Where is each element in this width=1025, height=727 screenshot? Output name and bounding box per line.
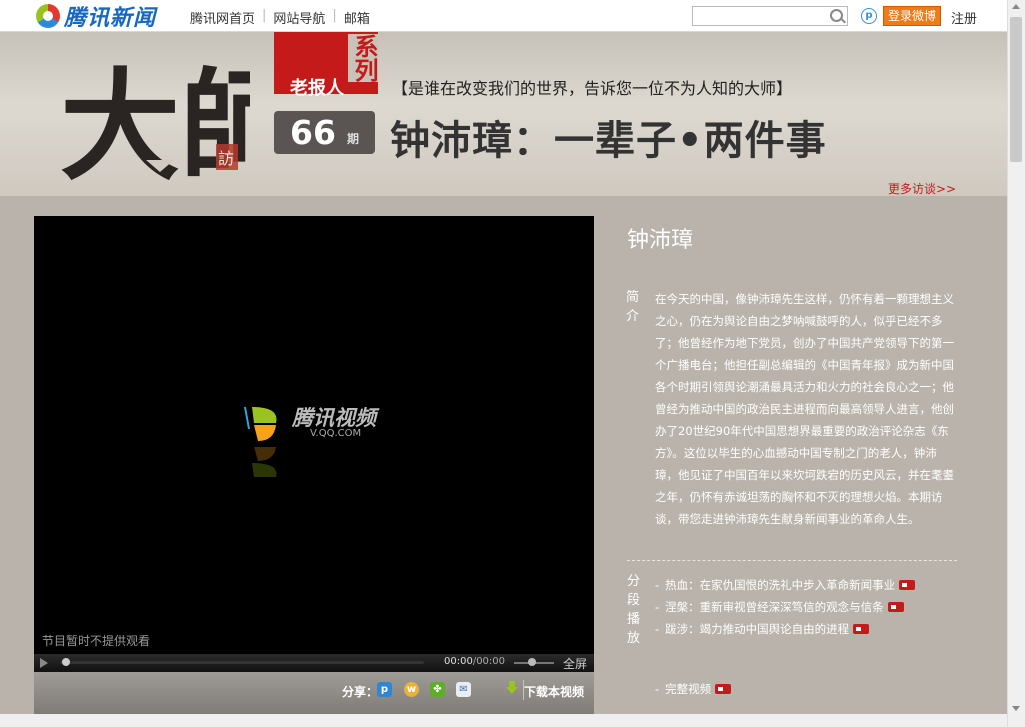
scroll-down-icon[interactable] — [1012, 706, 1020, 711]
svg-text:訪: 訪 — [218, 149, 234, 168]
video-camera-icon[interactable] — [887, 602, 904, 612]
time-total: /00:00 — [472, 656, 506, 667]
top-bar: 腾讯新闻 腾讯网首页 | 网站导航 | 邮箱 p 登录微博 注册 — [0, 0, 1008, 32]
banner-subtitle: 【是谁在改变我们的世界，告诉您一位不为人知的大师】 — [392, 79, 793, 98]
nav-link-home[interactable]: 腾讯网首页 — [183, 8, 262, 27]
tencent-video-logo: 腾讯视频 V.QQ.COM — [240, 401, 400, 481]
banner-notch — [146, 160, 174, 172]
progress-bar[interactable] — [60, 661, 424, 664]
logo-text: 腾讯新闻 — [64, 6, 157, 31]
intro-text: 在今天的中国，像钟沛璋先生这样，仍怀有着一颗理想主义之心，仍在为舆论自由之梦呐喊… — [655, 292, 954, 526]
video-player[interactable]: 腾讯视频 V.QQ.COM 节目暂时不提供观看 00:00/00:00 全屏 分… — [34, 216, 594, 714]
segment-list: - 热血：在家仇国恨的洗礼中步入革命新闻事业 - 涅槃：重新审视曾经深深笃信的观念与… — [655, 574, 916, 640]
register-link[interactable]: 注册 — [951, 8, 977, 27]
full-video-link[interactable]: 完整视频 — [665, 681, 711, 697]
player-controls: 00:00/00:00 全屏 — [34, 654, 594, 672]
issue-unit: 期 — [347, 132, 360, 146]
share-label: 分享： — [342, 685, 379, 699]
search-input[interactable] — [693, 9, 829, 27]
segment-link[interactable]: 跋涉：竭力推动中国舆论自由的进程 — [665, 618, 849, 640]
scroll-up-icon[interactable] — [1012, 4, 1020, 9]
video-camera-icon[interactable] — [853, 624, 870, 634]
intro-label: 简介 — [626, 290, 640, 324]
segment-item[interactable]: - 热血：在家仇国恨的洗礼中步入革命新闻事业 — [655, 574, 916, 596]
video-camera-icon[interactable] — [899, 580, 916, 590]
download-icon[interactable] — [506, 681, 518, 695]
page-title: 钟沛璋：一辈子•两件事 — [390, 118, 827, 164]
tencent-logo-icon — [36, 4, 60, 28]
full-video-item[interactable]: - 完整视频 — [655, 681, 732, 697]
pengyou-share-icon[interactable]: ✤ — [430, 682, 445, 697]
tencent-news-logo[interactable]: 腾讯新闻 — [36, 3, 157, 31]
scroll-thumb[interactable] — [1010, 17, 1022, 162]
series-vertical-label: 系列 — [348, 34, 378, 82]
search-icon[interactable] — [830, 9, 843, 22]
vertical-scrollbar[interactable] — [1007, 0, 1025, 727]
volume-handle[interactable] — [528, 658, 536, 666]
logo-reflection — [252, 447, 277, 477]
unavailable-notice: 节目暂时不提供观看 — [42, 634, 151, 648]
segment-link[interactable]: 热血：在家仇国恨的洗礼中步入革命新闻事业 — [665, 574, 895, 596]
fullscreen-button[interactable]: 全屏 — [563, 655, 587, 672]
play-icon[interactable] — [40, 658, 48, 668]
video-camera-icon[interactable] — [715, 684, 732, 694]
qzone-icon[interactable]: p — [861, 8, 877, 24]
segments-label: 分段播放 — [627, 574, 641, 646]
section-divider — [627, 560, 957, 561]
tencent-video-icon — [244, 407, 277, 441]
issue-number: 66 — [290, 113, 336, 152]
issue-badge: 66 期 — [274, 111, 375, 154]
nav-link-mail[interactable]: 邮箱 — [337, 8, 377, 27]
email-share-icon[interactable]: ✉ — [456, 682, 471, 697]
search-box — [692, 6, 848, 27]
person-name: 钟沛璋 — [627, 228, 694, 253]
weibo-share-icon[interactable]: w — [404, 682, 419, 697]
qzone-share-icon[interactable]: p — [377, 682, 392, 697]
tencent-video-url: V.QQ.COM — [310, 428, 362, 439]
weibo-login-button[interactable]: 登录微博 — [883, 6, 941, 26]
nav-link-site-nav[interactable]: 网站导航 — [266, 8, 332, 27]
segment-item[interactable]: - 涅槃：重新审视曾经深深笃信的观念与信条 — [655, 596, 915, 618]
progress-handle[interactable] — [62, 658, 70, 666]
share-bar: 分享： p w ✤ ✉ 下载本视频 — [34, 672, 594, 714]
segment-link[interactable]: 涅槃：重新审视曾经深深笃信的观念与信条 — [665, 596, 884, 618]
series-label: 老报人 — [290, 78, 344, 99]
time-display: 00:00/00:00 — [444, 656, 505, 667]
download-video-button[interactable]: 下载本视频 — [524, 683, 584, 700]
segment-item[interactable]: - 跋涉：竭力推动中国舆论自由的进程 — [655, 618, 915, 640]
more-interviews-link[interactable]: 更多访谈>> — [888, 180, 956, 197]
top-nav: 腾讯网首页 | 网站导航 | 邮箱 — [183, 8, 377, 27]
time-current: 00:00 — [444, 656, 473, 667]
horizontal-scrollbar[interactable] — [0, 714, 1008, 727]
